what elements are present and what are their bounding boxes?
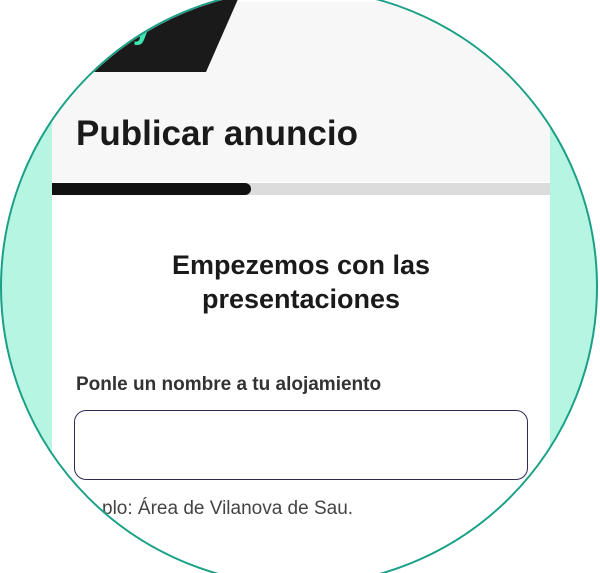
app-screen: fly Publicar anuncio Empezemos con las p…	[42, 0, 550, 573]
section-heading-line-2: presentaciones	[201, 284, 401, 314]
name-field-label: Ponle un nombre a tu alojamiento	[76, 374, 382, 395]
section-heading: Empezemos con las presentaciones	[52, 248, 550, 316]
progress-bar-fill	[52, 183, 252, 195]
name-field-helper-text: plo: Área de Vilanova de Sau.	[102, 498, 354, 519]
brand-tab: fly	[42, 0, 242, 72]
section-heading-line-1: Empezemos con las	[171, 250, 431, 280]
stage: fly Publicar anuncio Empezemos con las p…	[0, 0, 600, 573]
page-title: Publicar anuncio	[76, 114, 358, 153]
brand-logo-text: fly	[112, 8, 152, 46]
app-header: fly Publicar anuncio	[42, 0, 550, 182]
progress-bar	[52, 183, 550, 195]
accommodation-name-input[interactable]	[74, 410, 528, 480]
magnifier-circle: fly Publicar anuncio Empezemos con las p…	[0, 0, 598, 573]
